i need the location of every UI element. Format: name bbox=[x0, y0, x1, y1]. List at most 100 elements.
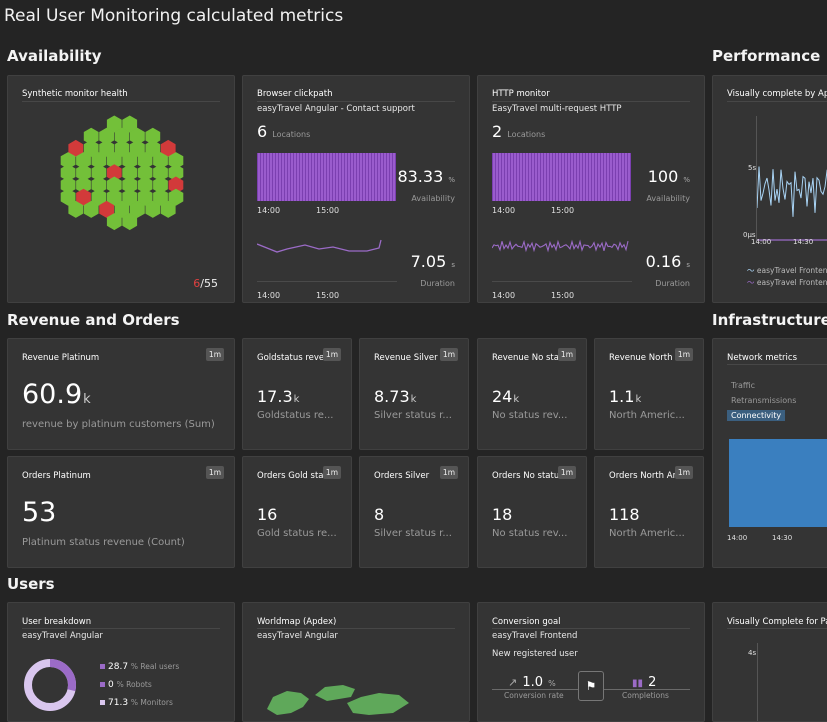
duration-unit: s bbox=[686, 261, 690, 269]
world-map bbox=[267, 685, 409, 715]
timeframe-badge: 1m bbox=[674, 348, 693, 361]
metric-unit: k bbox=[293, 394, 300, 405]
legend-item: 〜 easyTravel Frontend bbox=[747, 277, 827, 288]
metric-value: 8 bbox=[374, 505, 385, 524]
x-tick: 15:00 bbox=[551, 291, 575, 300]
metric-description: No status rev... bbox=[492, 528, 568, 539]
timeframe-badge: 1m bbox=[557, 348, 576, 361]
duration-label: Duration bbox=[655, 279, 690, 288]
tile-title: Orders North An bbox=[609, 471, 678, 481]
row-label: % Real users bbox=[130, 662, 180, 671]
metric-description: Silver status r... bbox=[374, 410, 452, 421]
visually-complete-tile[interactable]: Visually complete by Appl 5s 0µs 14:00 1… bbox=[712, 75, 827, 303]
tile-title: User breakdown bbox=[22, 617, 92, 627]
timeframe-badge: 1m bbox=[322, 466, 341, 479]
metric-number: 8.73 bbox=[374, 387, 410, 406]
metric-number: 60.9 bbox=[22, 379, 83, 410]
duration-unit: s bbox=[451, 261, 455, 269]
tile-title: Orders Gold stat bbox=[257, 471, 327, 481]
timeframe-badge: 1m bbox=[439, 466, 458, 479]
x-tick: 15:00 bbox=[316, 291, 340, 300]
completions-value: 2 bbox=[648, 675, 657, 690]
orders-nostatus-tile[interactable]: Orders No statu 1m 18 No status rev... bbox=[477, 456, 587, 568]
connectivity-area bbox=[729, 439, 827, 527]
revenue-platinum-tile[interactable]: Revenue Platinum 1m 60.9k revenue by pla… bbox=[7, 338, 235, 450]
revenue-gold-tile[interactable]: Goldstatus reve 1m 17.3k Goldstatus re..… bbox=[242, 338, 352, 450]
x-tick: 14:00 bbox=[751, 238, 772, 246]
availability-unit: % bbox=[683, 176, 690, 184]
metric-description: Silver status r... bbox=[374, 528, 452, 539]
completions-label: Completions bbox=[622, 691, 669, 700]
visually-complete-pages-tile[interactable]: Visually Complete for Pag 4s bbox=[712, 602, 827, 722]
conversion-goal-tile[interactable]: Conversion goal easyTravel Frontend New … bbox=[477, 602, 705, 722]
section-infrastructure: Infrastructure bbox=[712, 311, 827, 329]
metric-description: Goldstatus re... bbox=[257, 410, 334, 421]
revenue-north-america-tile[interactable]: Revenue North A 1m 1.1k North Americ... bbox=[594, 338, 704, 450]
metric-unit: k bbox=[410, 394, 417, 405]
monitor-count: 6/55 bbox=[193, 277, 218, 290]
rate-unit: % bbox=[548, 679, 556, 688]
y-tick: 4s bbox=[748, 649, 757, 657]
section-availability: Availability bbox=[7, 47, 102, 65]
orders-north-america-tile[interactable]: Orders North An 1m 118 North Americ... bbox=[594, 456, 704, 568]
trend-icon: ↗ bbox=[508, 676, 518, 689]
synthetic-health-tile[interactable]: Synthetic monitor health 6/55 bbox=[7, 75, 235, 303]
locations-count: 2 bbox=[492, 122, 503, 141]
browser-clickpath-tile[interactable]: Browser clickpath easyTravel Angular - C… bbox=[242, 75, 470, 303]
title-divider bbox=[727, 101, 827, 102]
tile-subtitle: easyTravel Angular bbox=[257, 631, 338, 641]
duration-value: 0.16 bbox=[645, 252, 682, 271]
option-traffic[interactable]: Traffic bbox=[731, 381, 755, 390]
rate-value: 1.0 bbox=[522, 675, 543, 690]
option-retransmissions[interactable]: Retransmissions bbox=[731, 396, 796, 405]
tile-subtitle: easyTravel Frontend bbox=[492, 631, 578, 641]
locations-label: Locations bbox=[272, 130, 311, 139]
locations-count: 6 bbox=[257, 122, 268, 141]
locations-label: Locations bbox=[507, 130, 546, 139]
http-monitor-tile[interactable]: HTTP monitor EasyTravel multi-request HT… bbox=[477, 75, 705, 303]
orders-platinum-tile[interactable]: Orders Platinum 1m 53 Platinum status re… bbox=[7, 456, 235, 568]
network-metrics-tile[interactable]: Network metrics Traffic Retransmissions … bbox=[712, 338, 827, 568]
breakdown-row-real: 28.7 % Real users bbox=[100, 662, 179, 672]
visually-complete-chart bbox=[757, 166, 827, 241]
worldmap-tile[interactable]: Worldmap (Apdex) easyTravel Angular bbox=[242, 602, 470, 722]
tile-title: Revenue Silver bbox=[374, 353, 438, 363]
timeframe-badge: 1m bbox=[439, 348, 458, 361]
dashboard-title: Real User Monitoring calculated metrics bbox=[4, 6, 344, 26]
section-performance: Performance bbox=[712, 47, 821, 65]
bar-chart-icon: ▮▮ bbox=[632, 678, 644, 689]
metric-unit: k bbox=[83, 392, 91, 407]
finish-flag-icon: ⚑ bbox=[578, 671, 604, 701]
title-divider bbox=[257, 101, 455, 102]
tile-title: Worldmap (Apdex) bbox=[257, 617, 337, 627]
x-tick: 14:30 bbox=[793, 238, 814, 246]
x-tick: 15:00 bbox=[551, 206, 575, 215]
availability-value: 83.33 bbox=[397, 167, 444, 186]
tile-title: Conversion goal bbox=[492, 617, 561, 627]
orders-silver-tile[interactable]: Orders Silver 1m 8 Silver status r... bbox=[359, 456, 469, 568]
metric-value: 17.3k bbox=[257, 387, 299, 406]
user-breakdown-tile[interactable]: User breakdown easyTravel Angular 28.7 %… bbox=[7, 602, 235, 722]
section-revenue: Revenue and Orders bbox=[7, 311, 180, 329]
breakdown-row-robots: 0 % Robots bbox=[100, 680, 152, 690]
revenue-nostatus-tile[interactable]: Revenue No stat 1m 24k No status rev... bbox=[477, 338, 587, 450]
duration-value: 7.05 bbox=[410, 252, 447, 271]
availability-label: Availability bbox=[411, 194, 455, 203]
timeframe-badge: 1m bbox=[674, 466, 693, 479]
duration-kpi: 7.05 s Duration bbox=[411, 252, 455, 290]
timeframe-badge: 1m bbox=[205, 348, 224, 361]
revenue-silver-tile[interactable]: Revenue Silver 1m 8.73k Silver status r.… bbox=[359, 338, 469, 450]
tile-subtitle: easyTravel Angular bbox=[22, 631, 103, 641]
title-divider bbox=[727, 628, 827, 629]
y-axis-line bbox=[757, 643, 758, 721]
tile-title: Visually Complete for Pag bbox=[727, 617, 827, 627]
metric-value: 16 bbox=[257, 505, 278, 524]
orders-gold-tile[interactable]: Orders Gold stat 1m 16 Gold status re... bbox=[242, 456, 352, 568]
x-tick: 14:00 bbox=[257, 206, 281, 215]
total-count: /55 bbox=[200, 277, 218, 290]
availability-bars bbox=[257, 153, 396, 201]
metric-unit: k bbox=[635, 394, 642, 405]
option-connectivity-selected[interactable]: Connectivity bbox=[727, 410, 786, 421]
x-tick: 14:00 bbox=[492, 206, 516, 215]
duration-kpi: 0.16 s Duration bbox=[646, 252, 690, 290]
